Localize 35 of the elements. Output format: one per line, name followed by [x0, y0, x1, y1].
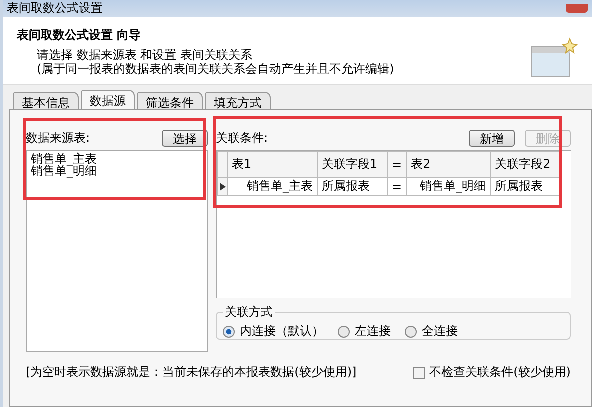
select-button[interactable]: 选择 — [162, 130, 208, 146]
column-header: 表2 — [406, 152, 491, 178]
table-cell: 所属报表 — [490, 178, 561, 196]
column-header: 关联字段1 — [318, 152, 388, 178]
group-title: 关联方式 — [224, 304, 274, 321]
tab[interactable]: 基本信息 — [13, 92, 79, 110]
table-cell: 销售单_主表 — [228, 178, 318, 196]
table-cell: = — [388, 178, 407, 196]
instruction-text: (属于同一报表的数据表的表间关联关系会自动产生并且不允许编辑) — [36, 62, 394, 76]
footer-note: [为空时表示数据源就是：当前未保存的本报表数据(较少使用)] — [26, 364, 357, 381]
radio-button[interactable] — [338, 326, 350, 338]
list-item[interactable]: 销售单_主表 — [31, 153, 203, 165]
source-label: 数据来源表: — [26, 130, 90, 146]
tab[interactable]: 数据源 — [81, 90, 135, 110]
relations-label: 关联条件: — [216, 130, 268, 146]
radio-label: 左连接 — [355, 323, 391, 340]
column-header: 表1 — [228, 152, 318, 178]
instruction-text: 请选择 数据来源表 和设置 表间关联关系 — [36, 48, 254, 62]
radio-label: 全连接 — [422, 323, 458, 340]
table-cell: 销售单_明细 — [406, 178, 491, 196]
column-header: 关联字段2 — [490, 152, 561, 178]
column-header: = — [388, 152, 407, 178]
table-cell: 所属报表 — [318, 178, 388, 196]
source-table-list[interactable]: 销售单_主表 销售单_明细 — [26, 150, 208, 352]
radio-label: 内连接（默认） — [240, 323, 324, 340]
radio-button[interactable] — [405, 326, 417, 338]
window-title: 表间取数公式设置 — [6, 1, 103, 16]
list-item[interactable]: 销售单_明细 — [31, 165, 203, 177]
tab[interactable]: 填充方式 — [205, 92, 271, 110]
add-button[interactable]: 新增 — [469, 130, 515, 146]
radio-button[interactable] — [223, 326, 235, 338]
checkbox-label: 不检查关联条件(较少使用) — [430, 364, 571, 381]
tab[interactable]: 筛选条件 — [137, 92, 203, 110]
wizard-title: 表间取数公式设置 向导 — [17, 27, 142, 44]
checkbox[interactable] — [412, 366, 425, 378]
